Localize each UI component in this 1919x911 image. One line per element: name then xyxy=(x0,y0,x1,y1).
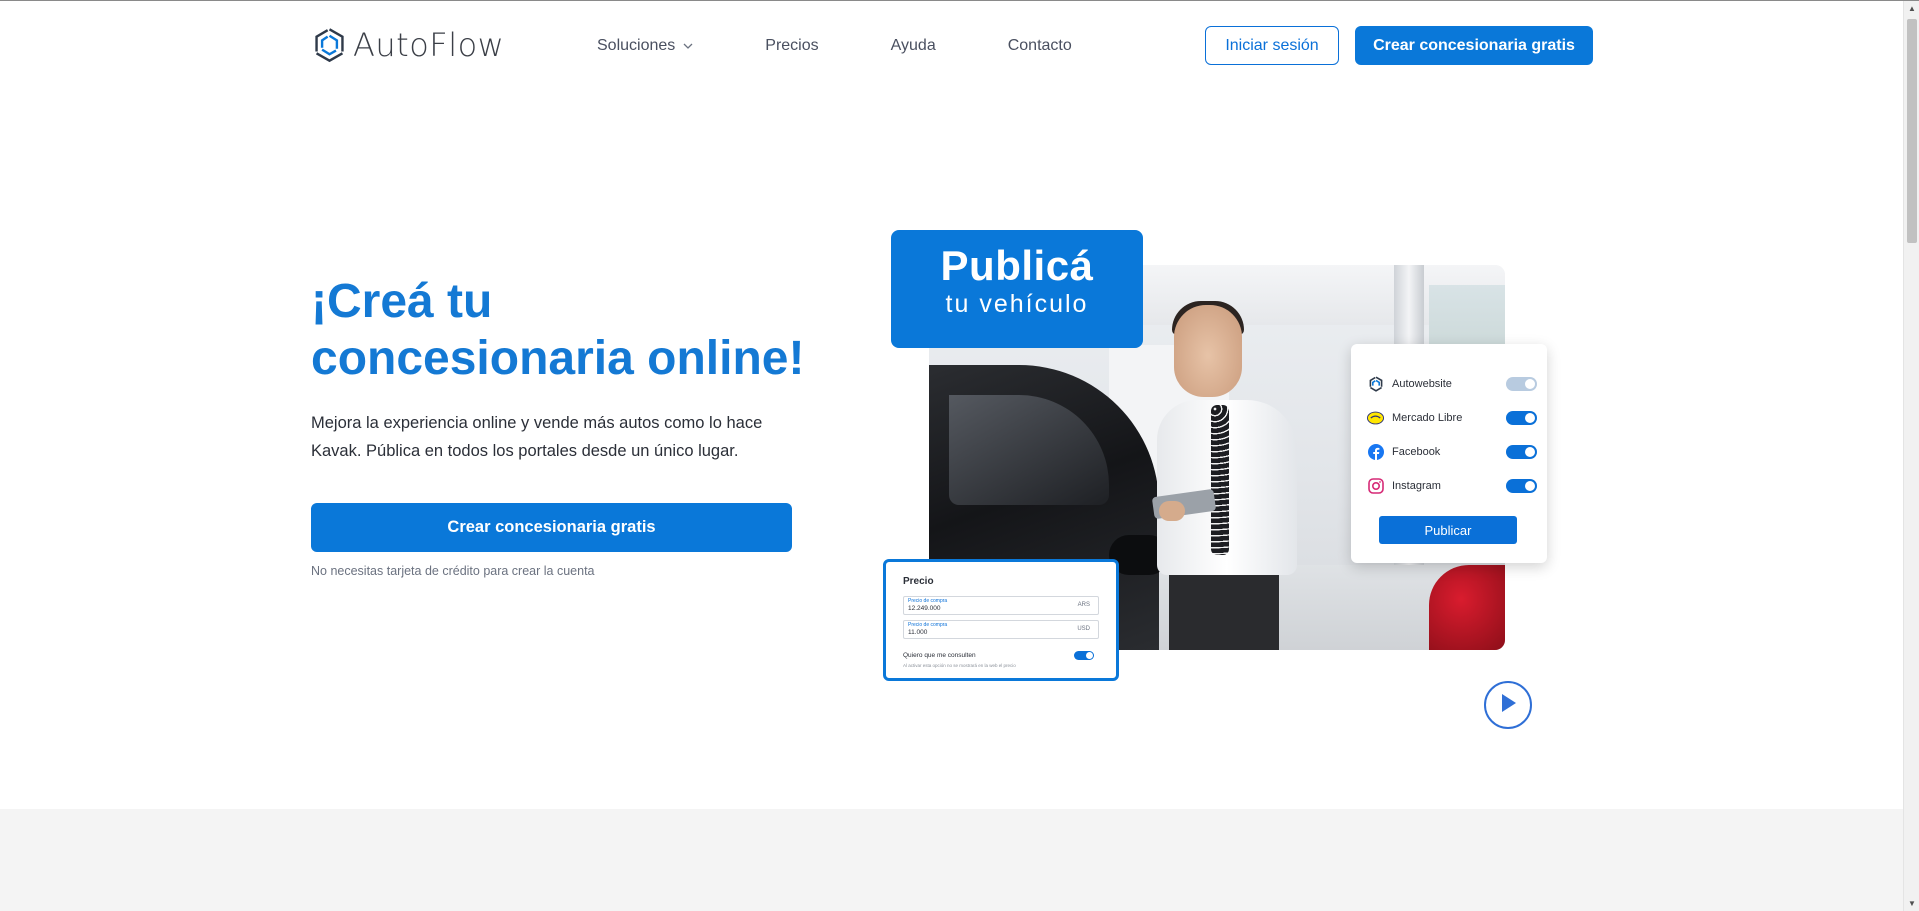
facebook-icon xyxy=(1367,444,1384,461)
mercadolibre-icon xyxy=(1367,410,1384,427)
logo-text-prefix: Auto xyxy=(353,26,430,64)
portal-toggle[interactable] xyxy=(1506,377,1537,391)
portal-row-facebook: Facebook xyxy=(1367,442,1537,462)
main-nav: Soluciones Precios Ayuda Contacto xyxy=(597,37,1144,55)
price-field-usd[interactable]: Precio de compra 11.000 USD xyxy=(903,620,1099,639)
portal-toggle[interactable] xyxy=(1506,445,1537,459)
price-field-currency: USD xyxy=(1077,626,1090,632)
nav-item-label: Soluciones xyxy=(597,37,676,54)
hero-description-line2: Kavak. Pública en todos los portales des… xyxy=(311,442,739,460)
hero-title-line1: ¡Creá tu xyxy=(311,275,493,328)
nav-item-label: Contacto xyxy=(1007,37,1072,54)
publish-button[interactable]: Publicar xyxy=(1379,516,1517,544)
nav-item-ayuda[interactable]: Ayuda xyxy=(891,37,936,55)
portal-row-autowebsite: Autowebsite xyxy=(1367,374,1537,394)
scroll-down-arrow-icon[interactable]: ▼ xyxy=(1904,896,1919,911)
logo[interactable]: AutoFlow xyxy=(311,25,504,65)
price-card-note: Al activar esta opción no se mostrará en… xyxy=(903,663,1016,668)
page-scrollbar[interactable]: ▲ ▼ xyxy=(1903,1,1919,911)
play-video-button[interactable] xyxy=(1484,681,1532,729)
price-field-label: Precio de compra xyxy=(908,622,948,628)
price-consult-toggle[interactable] xyxy=(1074,651,1094,660)
hero-note: No necesitas tarjeta de crédito para cre… xyxy=(311,564,595,578)
price-field-currency: ARS xyxy=(1077,602,1090,608)
publish-badge-title: Publicá xyxy=(940,242,1094,289)
portal-label: Instagram xyxy=(1392,480,1441,492)
header: AutoFlow Soluciones Precios Ayuda Contac… xyxy=(0,1,1903,89)
hero-title: ¡Creá tu concesionaria online! xyxy=(311,273,831,387)
autoflow-icon xyxy=(1367,376,1384,393)
nav-item-contacto[interactable]: Contacto xyxy=(1008,37,1072,55)
nav-item-label: Precios xyxy=(765,37,819,54)
price-field-value: 12.249.000 xyxy=(908,605,941,612)
price-card: Precio Precio de compra 12.249.000 ARS P… xyxy=(883,559,1119,681)
portal-toggle[interactable] xyxy=(1506,411,1537,425)
publish-badge-subtitle: tu vehículo xyxy=(945,290,1089,318)
scrollbar-thumb[interactable] xyxy=(1907,19,1917,243)
autoflow-logo-icon xyxy=(315,28,344,63)
play-icon xyxy=(1499,693,1517,718)
hero-cta-button[interactable]: Crear concesionaria gratis xyxy=(311,503,792,552)
page: AutoFlow Soluciones Precios Ayuda Contac… xyxy=(0,0,1919,911)
portal-toggle[interactable] xyxy=(1506,479,1537,493)
logo-text-suffix: Flow xyxy=(429,26,505,64)
instagram-icon xyxy=(1367,478,1384,495)
portals-card: Autowebsite Mercado Libre Facebook Insta… xyxy=(1351,344,1547,563)
next-section-band xyxy=(0,809,1903,911)
portal-label: Facebook xyxy=(1392,446,1441,458)
portal-label: Autowebsite xyxy=(1392,378,1452,390)
login-button[interactable]: Iniciar sesión xyxy=(1205,26,1339,65)
logo-text: AutoFlow xyxy=(353,26,504,64)
portal-row-instagram: Instagram xyxy=(1367,476,1537,496)
nav-item-label: Ayuda xyxy=(890,37,936,54)
scroll-up-arrow-icon[interactable]: ▲ xyxy=(1904,1,1919,17)
price-card-title: Precio xyxy=(903,576,934,587)
portal-row-mercadolibre: Mercado Libre xyxy=(1367,408,1537,428)
hero-description-line1: Mejora la experiencia online y vende más… xyxy=(311,414,763,432)
publish-badge: Publicá tu vehículo xyxy=(891,230,1143,348)
nav-item-soluciones[interactable]: Soluciones xyxy=(597,37,693,55)
price-field-ars[interactable]: Precio de compra 12.249.000 ARS xyxy=(903,596,1099,615)
hero-title-line2: concesionaria online! xyxy=(311,332,805,385)
price-field-label: Precio de compra xyxy=(908,598,948,604)
portal-label: Mercado Libre xyxy=(1392,412,1463,424)
signup-button[interactable]: Crear concesionaria gratis xyxy=(1355,26,1593,65)
price-card-question: Quiero que me consulten xyxy=(903,652,976,659)
price-field-value: 11.000 xyxy=(908,629,928,636)
nav-item-precios[interactable]: Precios xyxy=(765,37,818,55)
chevron-down-icon xyxy=(683,41,693,52)
hero-description: Mejora la experiencia online y vende más… xyxy=(311,409,811,465)
